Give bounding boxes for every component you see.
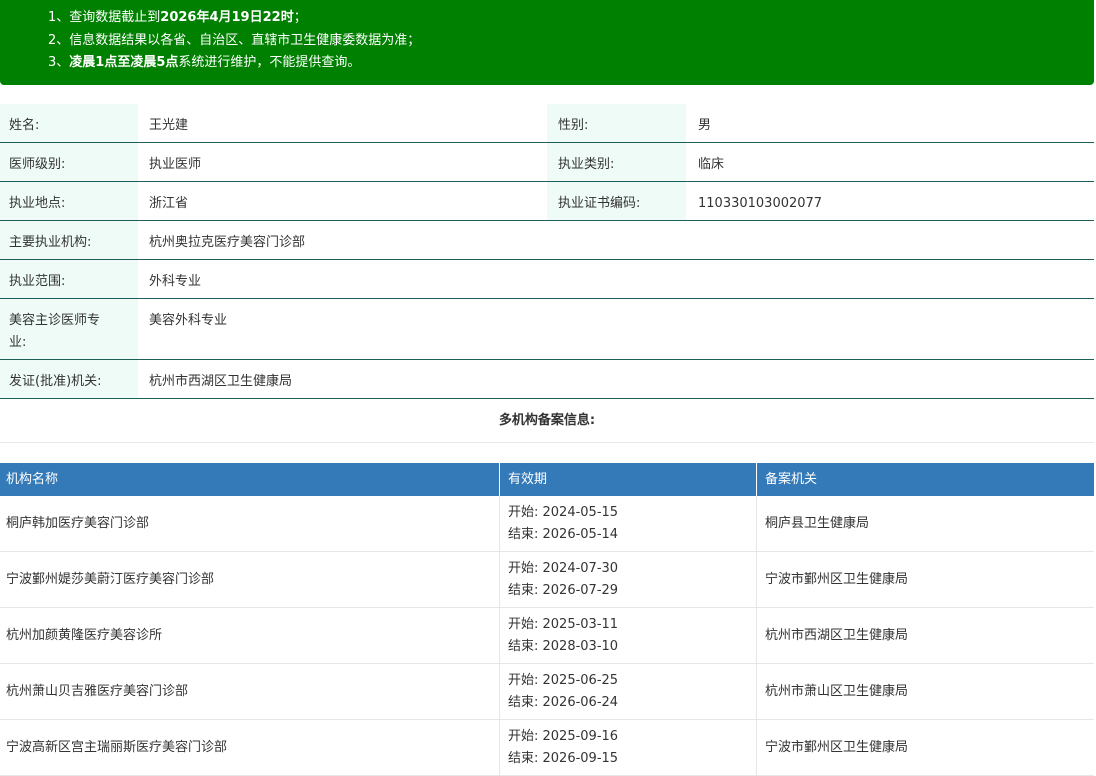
row-validity: 开始: 2025-06-25 结束: 2026-06-24 [500,664,757,719]
header-org: 机构名称 [0,463,500,496]
row-end: 结束: 2026-07-29 [508,583,619,598]
table-row: 杭州加颜黄隆医疗美容诊所 开始: 2025-03-11 结束: 2028-03-… [0,608,1094,664]
row-org: 宁波鄞州媞莎美蔚汀医疗美容门诊部 [0,552,500,607]
row-authority: 杭州市西湖区卫生健康局 [765,628,909,643]
category-label: 执业类别: [547,143,686,181]
table-row: 宁波鄞州媞莎美蔚汀医疗美容门诊部 开始: 2024-07-30 结束: 2026… [0,552,1094,608]
info-row: 姓名: 王光建 性别: 男 [0,104,1094,143]
row-end: 结束: 2026-05-14 [508,527,619,542]
table-row: 桐庐韩加医疗美容门诊部 开始: 2024-05-15 结束: 2026-05-1… [0,496,1094,552]
name-label: 姓名: [0,104,138,142]
doctor-info-table: 姓名: 王光建 性别: 男 医师级别: 执业医师 执业类别: 临床 执业地点: … [0,104,1094,399]
row-start: 开始: 2025-09-16 [508,729,619,744]
row-start: 开始: 2025-06-25 [508,673,619,688]
notice-line-1: 1、查询数据截止到2026年4月19日22时； [48,7,307,29]
scope-label: 执业范围: [0,260,138,298]
location-label: 执业地点: [0,182,138,220]
row-org: 杭州萧山贝吉雅医疗美容门诊部 [0,664,500,719]
issuer-value: 杭州市西湖区卫生健康局 [149,374,293,389]
notice-text: 1、查询数据截止到 [48,10,161,25]
org-value: 杭州奥拉克医疗美容门诊部 [149,235,306,250]
row-validity: 开始: 2025-09-16 结束: 2026-09-15 [500,720,757,775]
row-authority: 杭州市萧山区卫生健康局 [765,684,909,699]
row-validity: 开始: 2025-03-11 结束: 2028-03-10 [500,608,757,663]
cert-value: 110330103002077 [698,196,823,211]
row-end: 结束: 2026-06-24 [508,695,619,710]
notice-banner: 1、查询数据截止到2026年4月19日22时； 2、信息数据结果以各省、自治区、… [0,0,1094,85]
location-value: 浙江省 [149,196,189,211]
row-org: 宁波高新区宫主瑞丽斯医疗美容门诊部 [0,720,500,775]
issuer-label: 发证(批准)机关: [0,360,138,398]
row-org: 桐庐韩加医疗美容门诊部 [0,496,500,551]
row-org: 杭州加颜黄隆医疗美容诊所 [0,608,500,663]
gender-label: 性别: [547,104,686,142]
notice-text: ； [293,10,307,25]
row-validity: 开始: 2024-05-15 结束: 2026-05-14 [500,496,757,551]
table-row: 宁波高新区宫主瑞丽斯医疗美容门诊部 开始: 2025-09-16 结束: 202… [0,720,1094,776]
name-value: 王光建 [149,118,189,133]
row-authority: 宁波市鄞州区卫生健康局 [765,572,909,587]
cosmetic-value: 美容外科专业 [149,313,228,328]
category-value: 临床 [698,157,725,172]
info-row: 医师级别: 执业医师 执业类别: 临床 [0,143,1094,182]
notice-line-2: 2、信息数据结果以各省、自治区、直辖市卫生健康委数据为准； [48,33,421,48]
info-row: 执业范围: 外科专业 [0,260,1094,299]
cosmetic-label: 美容主诊医师专 业: [0,299,138,359]
cosmetic-label-line-1: 美容主诊医师专 [9,313,101,328]
row-end: 结束: 2028-03-10 [508,639,619,654]
notice-date: 2026年4月19日22时 [160,10,294,25]
info-row: 发证(批准)机关: 杭州市西湖区卫生健康局 [0,360,1094,399]
level-label: 医师级别: [0,143,138,181]
level-value: 执业医师 [149,157,202,172]
notice-text: 系统进行维护，不能提供查询。 [178,55,361,70]
info-row: 执业地点: 浙江省 执业证书编码: 110330103002077 [0,182,1094,221]
row-end: 结束: 2026-09-15 [508,751,619,766]
row-authority: 桐庐县卫生健康局 [765,516,870,531]
info-row: 主要执业机构: 杭州奥拉克医疗美容门诊部 [0,221,1094,260]
info-row: 美容主诊医师专 业: 美容外科专业 [0,299,1094,360]
row-start: 开始: 2025-03-11 [508,617,619,632]
multi-org-table: 机构名称 有效期 备案机关 桐庐韩加医疗美容门诊部 开始: 2024-05-15… [0,463,1094,776]
notice-maintenance-time: 凌晨1点至凌晨5点 [69,55,179,70]
cosmetic-label-line-2: 业: [9,335,27,350]
gender-value: 男 [698,118,712,133]
header-validity: 有效期 [500,463,757,496]
org-label: 主要执业机构: [0,221,138,259]
row-validity: 开始: 2024-07-30 结束: 2026-07-29 [500,552,757,607]
header-authority: 备案机关 [765,472,818,487]
table-header: 机构名称 有效期 备案机关 [0,463,1094,496]
table-row: 杭州萧山贝吉雅医疗美容门诊部 开始: 2025-06-25 结束: 2026-0… [0,664,1094,720]
scope-value: 外科专业 [149,274,202,289]
notice-line-3: 3、凌晨1点至凌晨5点系统进行维护，不能提供查询。 [48,52,360,74]
cert-label: 执业证书编码: [547,182,686,220]
row-authority: 宁波市鄞州区卫生健康局 [765,740,909,755]
row-start: 开始: 2024-07-30 [508,561,619,576]
row-start: 开始: 2024-05-15 [508,505,619,520]
notice-text: 3、 [48,55,70,70]
multi-org-title: 多机构备案信息: [0,400,1094,443]
